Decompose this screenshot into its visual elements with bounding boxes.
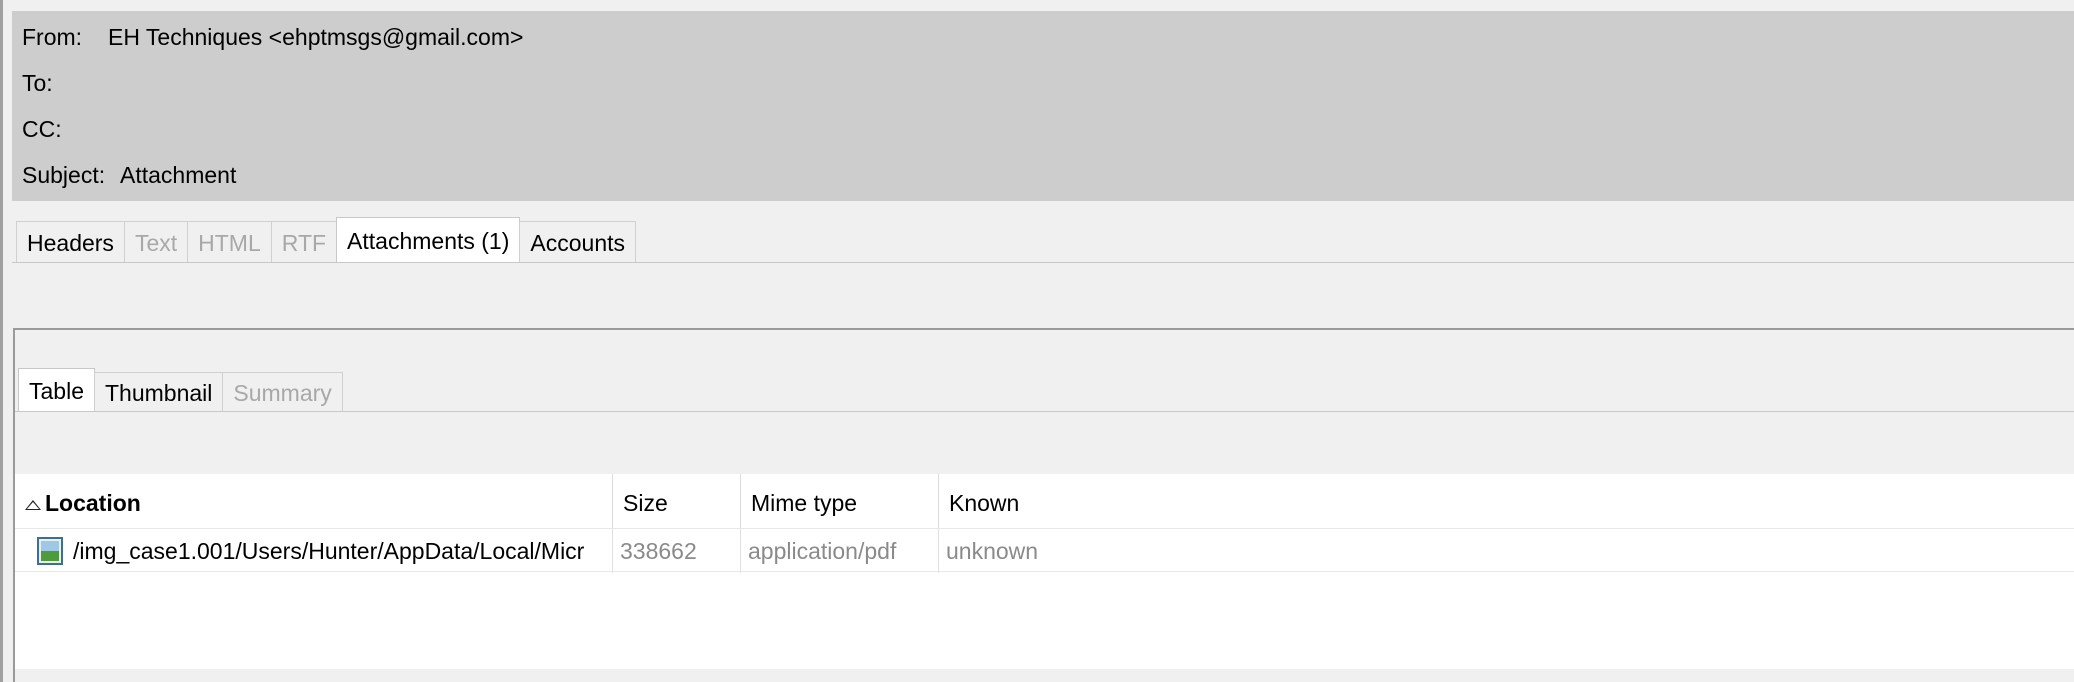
tab-divider: [12, 262, 2074, 263]
from-row: From: EH Techniques <ehptmsgs@gmail.com>: [22, 22, 523, 52]
to-label: To:: [22, 70, 53, 96]
column-header-location[interactable]: Location: [15, 474, 613, 528]
email-viewer: From: EH Techniques <ehptmsgs@gmail.com> …: [0, 0, 2074, 682]
tab-accounts[interactable]: Accounts: [519, 221, 636, 263]
from-label: From:: [22, 24, 83, 50]
cell-known: unknown: [946, 538, 1039, 564]
window-border: [0, 0, 3, 682]
cell-location: /img_case1.001/Users/Hunter/AppData/Loca…: [15, 529, 613, 573]
cell-mime-type: application/pdf: [741, 529, 939, 573]
column-header-size[interactable]: Size: [613, 474, 741, 528]
attachment-view-tabs: Table Thumbnail Summary: [18, 368, 343, 412]
top-strip: [3, 0, 2074, 11]
cell-size: 338662: [613, 529, 741, 573]
subject-row: Subject: Attachment: [22, 160, 236, 190]
column-header-known[interactable]: Known: [939, 474, 2074, 528]
tab-headers[interactable]: Headers: [16, 221, 125, 263]
column-header-mime-type[interactable]: Mime type: [741, 474, 939, 528]
attachments-table: Location Size Mime type Known /img_case1…: [15, 474, 2074, 669]
tab-html[interactable]: HTML: [187, 221, 272, 263]
message-view-tabs: Headers Text HTML RTF Attachments (1) Ac…: [16, 217, 636, 263]
subject-value: Attachment: [120, 162, 237, 188]
subject-label: Subject:: [22, 162, 106, 188]
sort-ascending-icon: [25, 500, 41, 510]
table-header: Location Size Mime type Known: [15, 474, 2074, 528]
tab-attachments[interactable]: Attachments (1): [336, 217, 521, 263]
from-value: EH Techniques <ehptmsgs@gmail.com>: [108, 24, 524, 50]
to-row: To:: [22, 68, 108, 98]
tab-table[interactable]: Table: [18, 368, 95, 412]
table-row[interactable]: /img_case1.001/Users/Hunter/AppData/Loca…: [15, 528, 2074, 573]
email-header-panel: From: EH Techniques <ehptmsgs@gmail.com> …: [12, 11, 2074, 201]
location-text: /img_case1.001/Users/Hunter/AppData/Loca…: [73, 538, 585, 564]
bottom-strip: [15, 669, 2074, 682]
tab-rtf[interactable]: RTF: [270, 221, 338, 263]
column-header-location-label: Location: [45, 490, 141, 516]
tab-text[interactable]: Text: [123, 221, 189, 263]
tab-thumbnail[interactable]: Thumbnail: [93, 372, 224, 412]
image-file-icon: [37, 537, 63, 565]
cc-row: CC:: [22, 114, 108, 144]
inner-tab-divider: [15, 411, 2074, 412]
cc-label: CC:: [22, 116, 62, 142]
tab-summary[interactable]: Summary: [222, 372, 343, 412]
